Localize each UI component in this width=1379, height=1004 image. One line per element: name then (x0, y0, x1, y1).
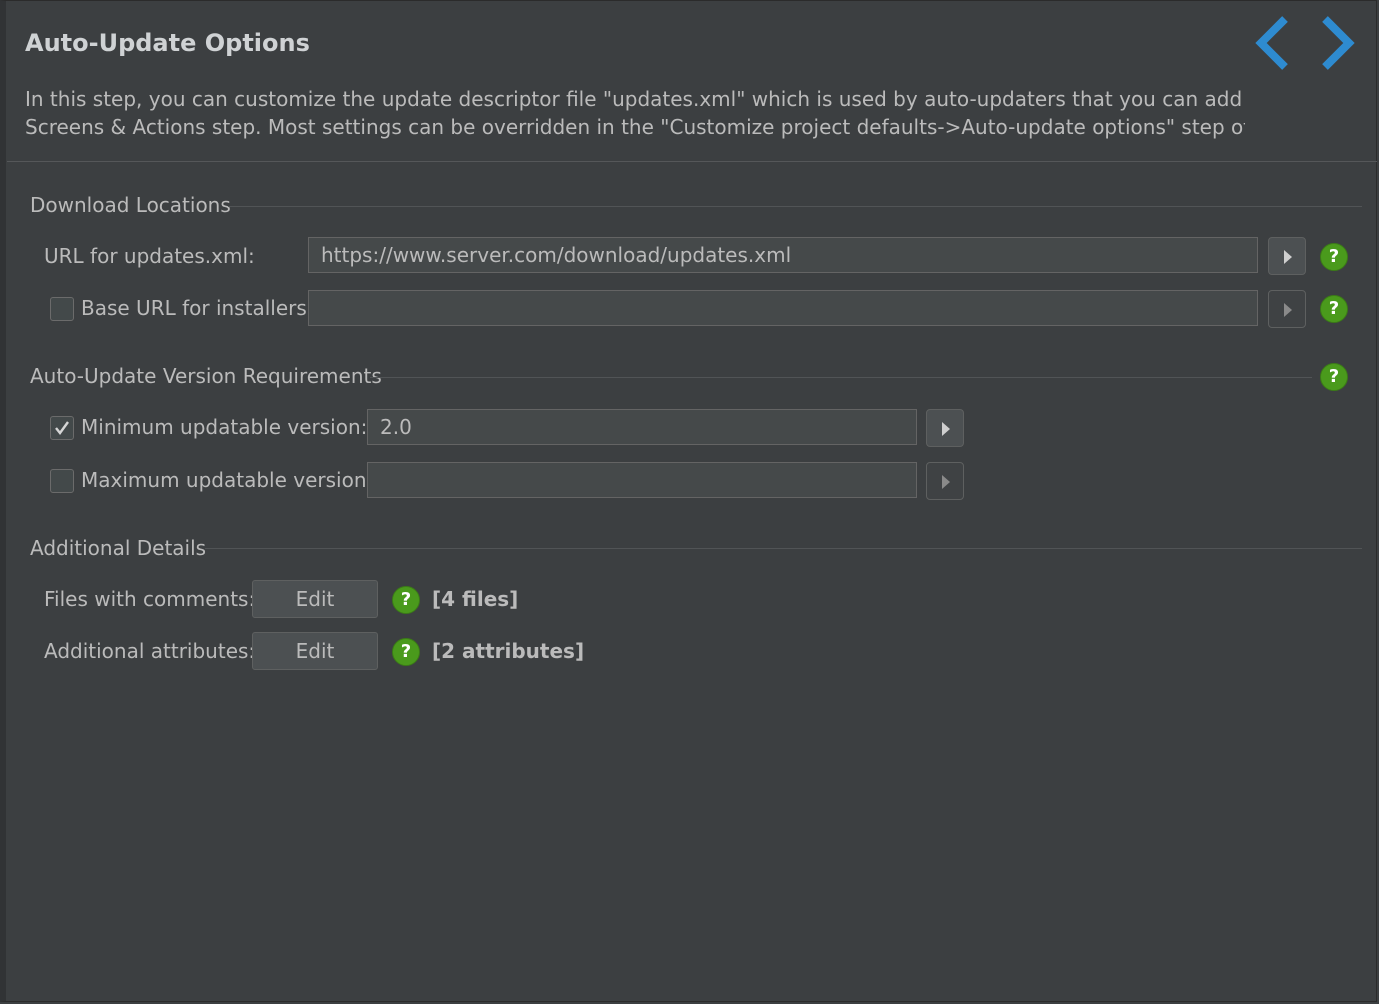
step-header: Auto-Update Options In this step, you ca… (7, 1, 1377, 162)
triangle-right-icon (942, 422, 950, 436)
help-icon[interactable]: ? (392, 638, 420, 666)
edit-attributes-button[interactable]: Edit (252, 632, 378, 670)
step-description: In this step, you can customize the upda… (25, 85, 1245, 143)
files-count: [4 files] (432, 587, 519, 611)
triangle-right-icon (1284, 250, 1292, 264)
description-line-1: In this step, you can customize the upda… (25, 87, 1245, 111)
section-title-additional-details: Additional Details (30, 536, 207, 560)
section-divider (370, 377, 1312, 378)
url-input[interactable] (308, 237, 1258, 273)
chevron-right-icon (1322, 16, 1355, 70)
edit-files-button[interactable]: Edit (252, 580, 378, 618)
page-title: Auto-Update Options (25, 29, 310, 57)
min-version-input[interactable] (367, 409, 917, 445)
base-url-label: Base URL for installers: (81, 296, 314, 320)
max-version-checkbox[interactable] (50, 469, 74, 493)
attributes-count: [2 attributes] (432, 639, 585, 663)
help-icon[interactable]: ? (1320, 363, 1348, 391)
url-label: URL for updates.xml: (44, 244, 255, 268)
description-line-2: Screens & Actions step. Most settings ca… (25, 115, 1245, 139)
max-version-input[interactable] (367, 462, 917, 498)
base-url-checkbox[interactable] (50, 297, 74, 321)
triangle-right-icon (1284, 303, 1292, 317)
files-with-comments-label: Files with comments: (44, 587, 256, 611)
help-icon[interactable]: ? (392, 586, 420, 614)
chevron-left-icon (1255, 16, 1288, 70)
url-insert-variable-button[interactable] (1268, 237, 1306, 275)
max-version-insert-variable-button[interactable] (926, 462, 964, 500)
checkmark-icon (55, 421, 69, 435)
min-version-insert-variable-button[interactable] (926, 409, 964, 447)
base-url-input[interactable] (308, 290, 1258, 326)
section-title-download-locations: Download Locations (30, 193, 231, 217)
section-divider (205, 548, 1362, 549)
section-title-version-requirements: Auto-Update Version Requirements (30, 364, 382, 388)
help-icon[interactable]: ? (1320, 243, 1348, 271)
base-url-insert-variable-button[interactable] (1268, 290, 1306, 328)
section-divider (228, 206, 1362, 207)
help-icon[interactable]: ? (1320, 295, 1348, 323)
min-version-label: Minimum updatable version: (81, 415, 368, 439)
max-version-label: Maximum updatable version: (81, 468, 374, 492)
triangle-right-icon (942, 475, 950, 489)
back-button[interactable] (1253, 15, 1293, 71)
forward-button[interactable] (1317, 15, 1357, 71)
additional-attributes-label: Additional attributes: (44, 639, 256, 663)
min-version-checkbox[interactable] (50, 416, 74, 440)
